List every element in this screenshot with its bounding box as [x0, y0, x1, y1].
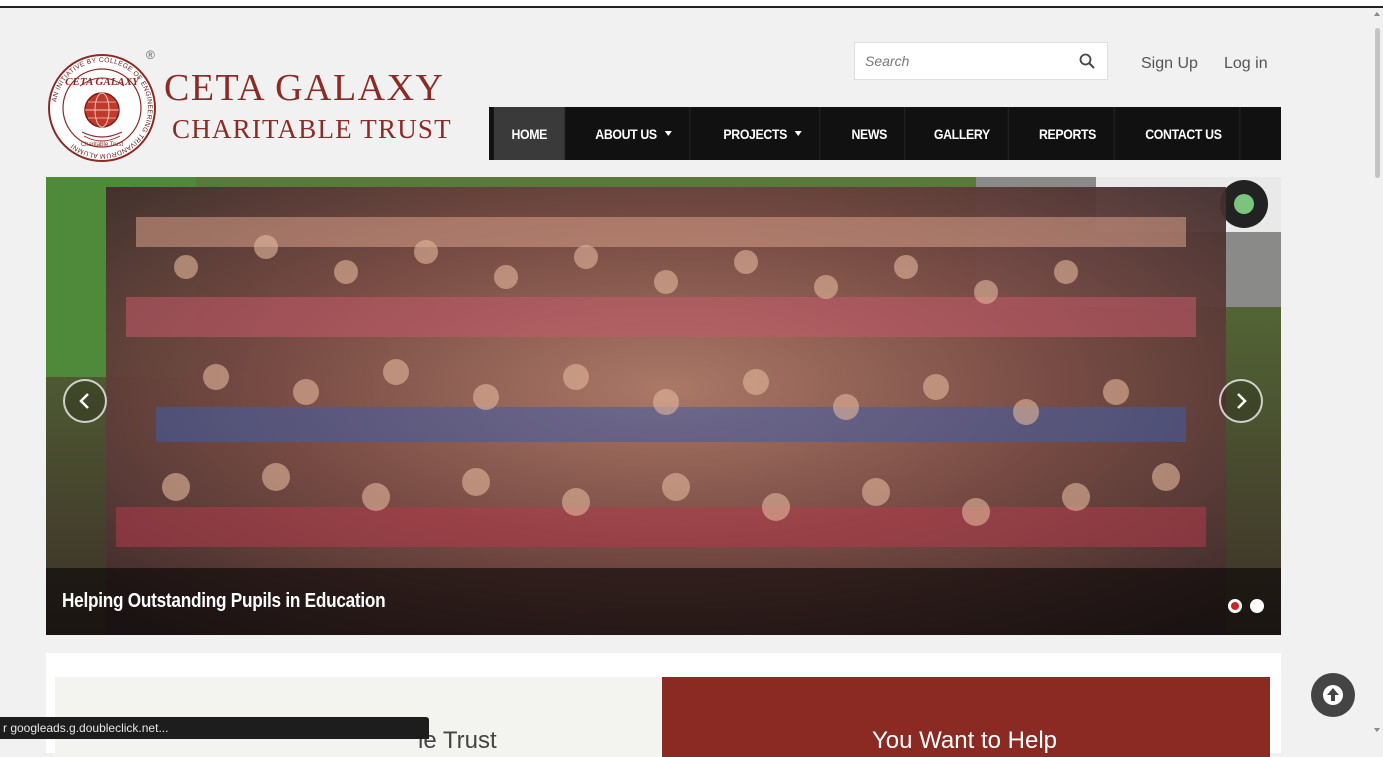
slide-caption-bar: Helping Outstanding Pupils in Education — [46, 568, 1281, 635]
nav-reports[interactable]: REPORTS — [1021, 107, 1115, 160]
nav-news[interactable]: NEWS — [833, 107, 906, 160]
scroll-down-arrow-icon[interactable] — [1374, 728, 1380, 732]
search-box — [854, 42, 1108, 80]
logo-title: CETA GALAXY — [164, 67, 445, 109]
nav-contact-us[interactable]: CONTACT US — [1128, 107, 1241, 160]
nav-gallery[interactable]: GALLERY — [916, 107, 1009, 160]
nav-home[interactable]: HOME — [493, 107, 566, 160]
seal-bottom-text: Charitable Trust — [81, 142, 124, 148]
scroll-to-top-button[interactable] — [1311, 673, 1355, 717]
slide-caption: Helping Outstanding Pupils in Education — [62, 590, 386, 612]
seal-center-text: CETA GALAXY — [65, 76, 140, 88]
search-input[interactable] — [855, 43, 1085, 79]
main-nav: HOME ABOUT US PROJECTS NEWS GALLERY REPO… — [489, 107, 1281, 160]
nav-label: GALLERY — [933, 125, 990, 142]
help-panel-title: You Want to Help — [872, 727, 1058, 754]
slider-dot-2[interactable] — [1250, 599, 1264, 613]
browser-status-bar: r googleads.g.doubleclick.net... — [0, 717, 429, 739]
chevron-right-icon — [1237, 393, 1247, 409]
nav-label: CONTACT US — [1145, 125, 1223, 142]
slider-next-button[interactable] — [1219, 379, 1263, 423]
site-logo[interactable]: AN INITIATIVE BY COLLEGE OF ENGINEERING … — [46, 46, 466, 162]
scroll-up-arrow-icon[interactable] — [1374, 12, 1380, 16]
slider-dot-1[interactable] — [1228, 599, 1242, 613]
scrollbar-thumb[interactable] — [1375, 28, 1380, 178]
nav-label: ABOUT US — [595, 125, 658, 142]
arrow-up-icon — [1323, 685, 1343, 705]
nav-label: NEWS — [851, 125, 887, 142]
window-top-edge — [0, 0, 1383, 8]
login-link[interactable]: Log in — [1224, 55, 1268, 73]
nav-label: REPORTS — [1038, 125, 1096, 142]
nav-projects[interactable]: PROJECTS — [706, 107, 821, 160]
signup-link[interactable]: Sign Up — [1141, 55, 1198, 73]
page-scrollbar[interactable] — [1372, 8, 1383, 739]
chevron-left-icon — [79, 393, 89, 409]
hero-slider: Helping Outstanding Pupils in Education — [46, 177, 1281, 635]
trust-seal-icon: AN INITIATIVE BY COLLEGE OF ENGINEERING … — [48, 54, 156, 162]
caret-down-icon — [795, 131, 803, 136]
nav-label: PROJECTS — [723, 125, 788, 142]
search-icon[interactable] — [1079, 53, 1095, 69]
slide-photo — [46, 177, 1281, 635]
nav-about-us[interactable]: ABOUT US — [578, 107, 691, 160]
slider-prev-button[interactable] — [63, 379, 107, 423]
registered-mark: ® — [146, 48, 155, 62]
nav-label: HOME — [511, 125, 548, 142]
logo-subtitle: CHARITABLE TRUST — [172, 114, 452, 144]
caret-down-icon — [665, 131, 673, 136]
about-panel-title: le Trust — [418, 727, 497, 754]
